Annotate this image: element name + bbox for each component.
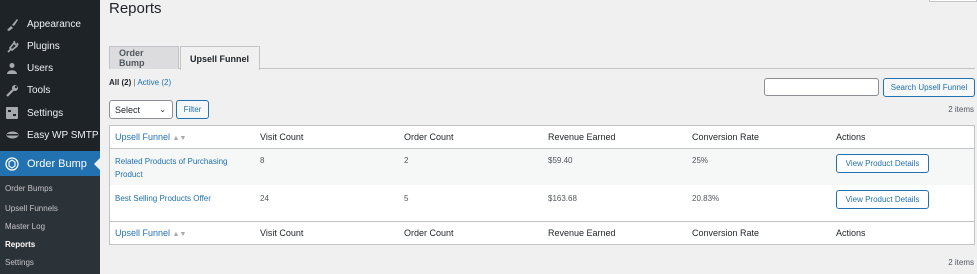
- sidebar-item-easy-wp-smtp[interactable]: Easy WP SMTP: [0, 124, 100, 146]
- funnel-reports-table: Upsell Funnel ▲▼ Visit Count Order Count…: [109, 125, 975, 245]
- conversion-rate: 20.83%: [692, 194, 720, 203]
- order-count: 5: [404, 194, 409, 203]
- submenu-item-master-log[interactable]: Master Log: [5, 222, 45, 231]
- visit-count: 8: [260, 156, 265, 165]
- table-footer: Upsell Funnel ▲▼ Visit Count Order Count…: [110, 221, 974, 244]
- items-count-top: 2 items: [948, 105, 974, 114]
- visit-count: 24: [260, 194, 269, 203]
- filter-all[interactable]: All (2): [109, 78, 131, 87]
- column-header-order-count: Order Count: [404, 132, 454, 142]
- conversion-rate: 25%: [692, 156, 709, 165]
- page-title: Reports: [109, 0, 162, 17]
- sidebar-item-label: Easy WP SMTP: [27, 129, 99, 141]
- sidebar-item-label: Plugins: [27, 40, 60, 52]
- wrench-icon: [5, 83, 19, 97]
- sidebar-item-label: Order Bump: [27, 158, 87, 170]
- column-footer-revenue-earned: Revenue Earned: [548, 228, 616, 238]
- order-count: 2: [404, 156, 409, 165]
- filter-active[interactable]: Active (2): [137, 78, 171, 87]
- order-bump-icon: [5, 157, 19, 171]
- sidebar-item-label: Appearance: [27, 18, 81, 30]
- sidebar-item-users[interactable]: Users: [0, 57, 100, 79]
- tab-upsell-funnel[interactable]: Upsell Funnel: [180, 46, 260, 70]
- revenue-earned: $59.40: [548, 156, 573, 165]
- sort-icon: ▲▼: [172, 135, 187, 142]
- funnel-name-link[interactable]: Related Products of Purchasing Product: [115, 155, 228, 181]
- items-count-bottom: 2 items: [948, 258, 974, 267]
- column-header-revenue-earned: Revenue Earned: [548, 132, 616, 142]
- settings-icon: [5, 106, 19, 120]
- sort-icon: ▲▼: [172, 231, 187, 238]
- submenu: Order Bumps Upsell Funnels Master Log Re…: [0, 176, 100, 274]
- column-footer-conversion-rate: Conversion Rate: [692, 228, 760, 238]
- sidebar-item-order-bump[interactable]: Order Bump: [0, 151, 100, 177]
- search-upsell-funnel-button[interactable]: Search Upsell Funnel: [883, 78, 975, 97]
- view-product-details-button[interactable]: View Product Details: [836, 190, 929, 209]
- sidebar-item-settings[interactable]: Settings: [0, 102, 100, 124]
- nav-tabs: Order Bump Upsell Funnel: [109, 46, 975, 70]
- sidebar-item-label: Users: [27, 62, 54, 74]
- table-header: Upsell Funnel ▲▼ Visit Count Order Count…: [110, 126, 974, 149]
- sidebar-item-plugins[interactable]: Plugins: [0, 35, 100, 57]
- sidebar-item-tools[interactable]: Tools: [0, 79, 100, 101]
- main-content: Reports Order Bump Upsell Funnel All (2)…: [100, 0, 977, 274]
- column-footer-order-count: Order Count: [404, 228, 454, 238]
- smtp-icon: [5, 128, 19, 142]
- sidebar-item-label: Tools: [27, 84, 51, 96]
- column-header-upsell-funnel[interactable]: Upsell Funnel ▲▼: [115, 132, 186, 142]
- table-row: Best Selling Products Offer 24 5 $163.68…: [110, 185, 974, 221]
- screen-options-tab[interactable]: [929, 0, 977, 2]
- submenu-item-order-bumps[interactable]: Order Bumps: [5, 184, 53, 193]
- sidebar-item-appearance[interactable]: Appearance: [0, 13, 100, 35]
- paintbrush-icon: [5, 17, 19, 31]
- tab-order-bump[interactable]: Order Bump: [109, 46, 179, 69]
- bulk-select-value: Select: [115, 104, 141, 115]
- submenu-item-settings[interactable]: Settings: [5, 258, 34, 267]
- status-filter-links: All (2) | Active (2): [109, 78, 171, 87]
- revenue-earned: $163.68: [548, 194, 577, 203]
- view-product-details-button[interactable]: View Product Details: [836, 154, 929, 173]
- column-footer-upsell-funnel[interactable]: Upsell Funnel ▲▼: [115, 228, 186, 238]
- sidebar-item-label: Settings: [27, 107, 64, 119]
- search-input[interactable]: [764, 78, 879, 96]
- chevron-down-icon: ⌄: [159, 105, 166, 114]
- submenu-item-reports[interactable]: Reports: [5, 240, 35, 249]
- plugin-icon: [5, 39, 19, 53]
- column-header-visit-count: Visit Count: [260, 132, 304, 142]
- column-footer-actions: Actions: [836, 228, 866, 238]
- column-header-conversion-rate: Conversion Rate: [692, 132, 760, 142]
- separator: |: [133, 78, 136, 87]
- bulk-select[interactable]: Select ⌄: [109, 100, 173, 119]
- table-row: Related Products of Purchasing Product 8…: [110, 149, 974, 185]
- column-footer-visit-count: Visit Count: [260, 228, 304, 238]
- funnel-name-link[interactable]: Best Selling Products Offer: [115, 194, 211, 203]
- column-header-actions: Actions: [836, 132, 866, 142]
- user-icon: [5, 61, 19, 75]
- admin-sidebar: Appearance Plugins Users Tools Settings …: [0, 0, 100, 274]
- filter-button[interactable]: Filter: [176, 100, 209, 119]
- submenu-item-upsell-funnels[interactable]: Upsell Funnels: [5, 204, 58, 213]
